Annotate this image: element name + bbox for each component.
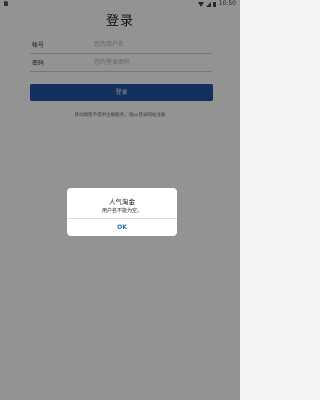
- alert-message: 用户名不能为空。: [101, 208, 142, 214]
- alert-title: 人气淘金: [109, 198, 135, 206]
- alert-dialog: 人气淘金 用户名不能为空。 OK: [67, 188, 177, 236]
- ok-button[interactable]: OK: [67, 219, 177, 236]
